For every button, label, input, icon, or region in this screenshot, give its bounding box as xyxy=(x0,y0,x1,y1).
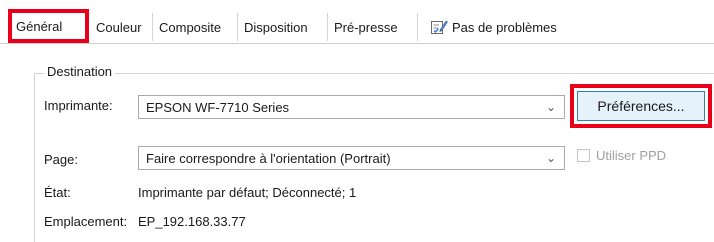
page-label: Page: xyxy=(44,152,78,167)
tab-pre-presse[interactable]: Pré-presse xyxy=(327,13,422,41)
printer-select-value: EPSON WF-7710 Series xyxy=(146,99,290,115)
tab-composite-label: Composite xyxy=(159,19,222,35)
tab-pre-presse-label: Pré-presse xyxy=(334,19,398,35)
state-label: État: xyxy=(44,185,71,200)
tab-disposition[interactable]: Disposition xyxy=(237,13,332,41)
chevron-down-icon: ⌄ xyxy=(545,100,556,114)
use-ppd-label: Utiliser PPD xyxy=(596,148,667,163)
tab-disposition-label: Disposition xyxy=(244,19,308,35)
tab-bar: Général Couleur Composite Disposition Pr… xyxy=(0,0,714,44)
chevron-down-icon: ⌄ xyxy=(545,151,556,165)
preferences-button-highlight: Préférences... xyxy=(570,84,712,128)
checklist-pen-icon xyxy=(431,20,448,34)
use-ppd-checkbox[interactable] xyxy=(577,149,590,162)
preferences-button-label: Préférences... xyxy=(597,98,685,114)
location-value: EP_192.168.33.77 xyxy=(138,214,246,229)
tab-pas-de-problemes-label: Pas de problèmes xyxy=(452,19,557,35)
page-select-value: Faire correspondre à l'orientation (Port… xyxy=(146,150,391,166)
tab-couleur-label: Couleur xyxy=(96,19,142,35)
location-label: Emplacement: xyxy=(44,214,128,229)
state-value: Imprimante par défaut; Déconnecté; 1 xyxy=(138,185,357,200)
tab-composite[interactable]: Composite xyxy=(152,13,241,41)
page-select[interactable]: Faire correspondre à l'orientation (Port… xyxy=(138,146,565,170)
preferences-button[interactable]: Préférences... xyxy=(577,91,705,121)
printer-select[interactable]: EPSON WF-7710 Series ⌄ xyxy=(138,95,565,119)
destination-group-title: Destination xyxy=(44,64,116,79)
printer-label: Imprimante: xyxy=(44,98,113,113)
tab-couleur[interactable]: Couleur xyxy=(90,13,156,41)
tab-general[interactable]: Général xyxy=(8,9,89,43)
tab-general-label: Général xyxy=(16,18,63,34)
